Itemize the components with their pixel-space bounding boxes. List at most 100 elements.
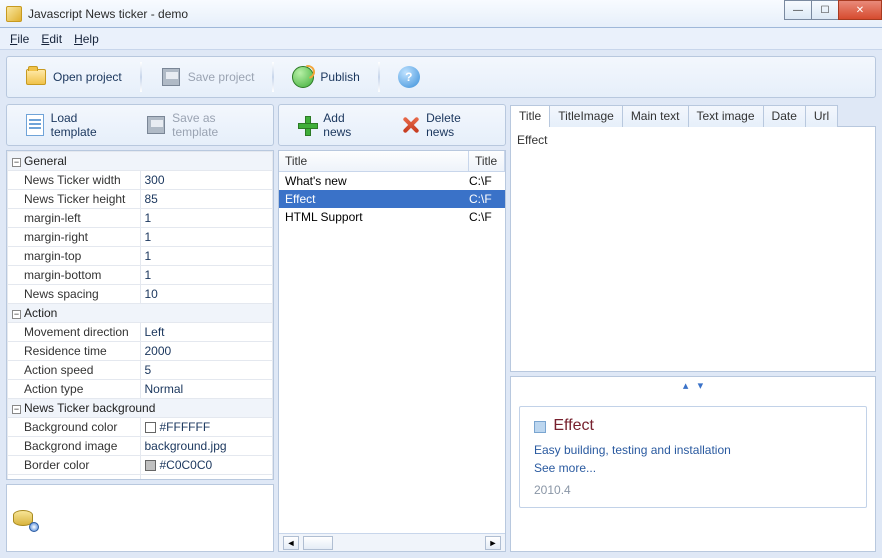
scroll-right-icon[interactable]: ► [485, 536, 501, 550]
prop-value[interactable]: 5 [140, 361, 273, 380]
tab-date[interactable]: Date [763, 105, 806, 127]
database-icon[interactable] [13, 506, 37, 530]
prop-key: News spacing [8, 285, 141, 304]
save-as-template-label: Save as template [172, 111, 255, 139]
prop-key: News Ticker height [8, 190, 141, 209]
prop-value[interactable]: #FFFFFF [140, 418, 273, 437]
prop-value[interactable]: 1 [140, 247, 273, 266]
list-item-path: C:\F [469, 210, 499, 224]
category-general[interactable]: −General [8, 152, 273, 171]
list-item[interactable]: EffectC:\F [279, 190, 505, 208]
prop-value[interactable]: Left [140, 323, 273, 342]
publish-label: Publish [320, 70, 359, 84]
list-item-title: What's new [285, 174, 469, 188]
preview-see-more-link[interactable]: See more... [534, 461, 852, 475]
horizontal-scrollbar[interactable]: ◄ ► [279, 533, 505, 551]
tab-titleimage[interactable]: TitleImage [549, 105, 623, 127]
maximize-button[interactable]: ☐ [811, 0, 839, 20]
save-as-template-button[interactable]: Save as template [137, 107, 265, 143]
load-template-button[interactable]: Load template [15, 107, 129, 143]
scroll-thumb[interactable] [303, 536, 333, 550]
publish-button[interactable]: Publish [282, 62, 369, 92]
tab-textimage[interactable]: Text image [688, 105, 764, 127]
title-input[interactable]: Effect [510, 126, 876, 372]
prop-key: Background color [8, 418, 141, 437]
open-project-label: Open project [53, 70, 122, 84]
preview-body: Easy building, testing and installation [534, 443, 852, 457]
prop-key: News Ticker width [8, 171, 141, 190]
menu-help[interactable]: Help [68, 30, 105, 48]
help-icon: ? [398, 66, 420, 88]
list-item[interactable]: HTML SupportC:\F [279, 208, 505, 226]
prop-value[interactable]: 1 [140, 228, 273, 247]
x-icon [400, 114, 420, 136]
prop-value[interactable]: 300 [140, 171, 273, 190]
menu-edit[interactable]: Edit [35, 30, 68, 48]
document-icon [25, 114, 45, 136]
plus-icon [297, 114, 317, 136]
prop-value[interactable]: 10 [140, 285, 273, 304]
floppy-icon [147, 114, 167, 136]
save-project-button[interactable]: Save project [150, 62, 265, 92]
load-template-label: Load template [51, 111, 119, 139]
menu-bar: File Edit Help [0, 28, 882, 50]
prop-value[interactable]: 85 [140, 190, 273, 209]
menu-file[interactable]: File [4, 30, 35, 48]
floppy-icon [160, 66, 182, 88]
collapse-handle[interactable]: ▴ ▾ [511, 377, 875, 394]
category-background[interactable]: −News Ticker background [8, 399, 273, 418]
list-item-title: Effect [285, 192, 469, 206]
detail-tabs: Title TitleImage Main text Text image Da… [510, 104, 876, 126]
prop-key: Residence time [8, 342, 141, 361]
list-item[interactable]: What's newC:\F [279, 172, 505, 190]
preview-panel: ▴ ▾ Effect Easy building, testing and in… [510, 376, 876, 552]
prop-value[interactable]: 1 [140, 209, 273, 228]
prop-key: margin-left [8, 209, 141, 228]
list-item-path: C:\F [469, 174, 499, 188]
scroll-left-icon[interactable]: ◄ [283, 536, 299, 550]
delete-news-label: Delete news [426, 111, 487, 139]
help-button[interactable]: ? [388, 62, 430, 92]
app-icon [6, 6, 22, 22]
toolbar-separator [140, 62, 142, 92]
prop-value[interactable]: Normal [140, 380, 273, 399]
folder-open-icon [25, 66, 47, 88]
prop-value[interactable]: 1 [140, 266, 273, 285]
property-grid[interactable]: −General News Ticker width300 News Ticke… [6, 150, 274, 480]
add-news-label: Add news [323, 111, 372, 139]
window-title: Javascript News ticker - demo [28, 7, 188, 21]
prop-value[interactable]: 2000 [140, 342, 273, 361]
news-list[interactable]: Title Title What's newC:\FEffectC:\FHTML… [278, 150, 506, 552]
prop-key: Movement direction [8, 323, 141, 342]
category-action[interactable]: −Action [8, 304, 273, 323]
main-toolbar: Open project Save project Publish ? [6, 56, 876, 98]
prop-key: Action speed [8, 361, 141, 380]
column-titleimage[interactable]: Title [469, 151, 505, 171]
tab-maintext[interactable]: Main text [622, 105, 689, 127]
minimize-button[interactable]: — [784, 0, 812, 20]
prop-value[interactable]: background.jpg [140, 437, 273, 456]
chevron-down-icon[interactable] [534, 421, 546, 433]
tab-url[interactable]: Url [805, 105, 838, 127]
prop-key: Action type [8, 380, 141, 399]
tab-title[interactable]: Title [510, 105, 550, 127]
news-list-header: Title Title [279, 151, 505, 172]
prop-value[interactable]: #C0C0C0 [140, 456, 273, 475]
toolbar-separator [272, 62, 274, 92]
open-project-button[interactable]: Open project [15, 62, 132, 92]
add-news-button[interactable]: Add news [287, 107, 382, 143]
close-button[interactable]: ✕ [838, 0, 882, 20]
save-project-label: Save project [188, 70, 255, 84]
list-item-path: C:\F [469, 192, 499, 206]
preview-date: 2010.4 [534, 483, 852, 497]
preview-title: Effect [553, 417, 594, 434]
delete-news-button[interactable]: Delete news [390, 107, 497, 143]
prop-key: Border color [8, 456, 141, 475]
prop-key: Backgrond image [8, 437, 141, 456]
template-toolbar: Load template Save as template [6, 104, 274, 146]
prop-value[interactable]: 1 [140, 475, 273, 480]
preview-card: Effect Easy building, testing and instal… [519, 406, 867, 508]
datasource-panel [6, 484, 274, 552]
column-title[interactable]: Title [279, 151, 469, 171]
prop-key: margin-right [8, 228, 141, 247]
